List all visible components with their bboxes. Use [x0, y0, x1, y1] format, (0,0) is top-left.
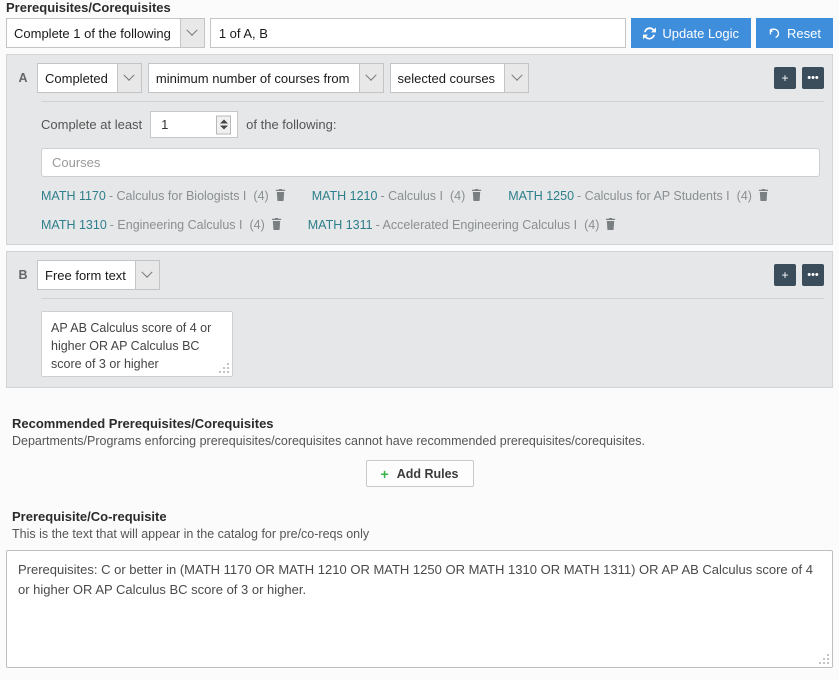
course-title: - Accelerated Engineering Calculus I [375, 218, 578, 232]
ellipsis-icon: ••• [807, 268, 819, 281]
page-title: Prerequisites/Corequisites [6, 0, 171, 15]
catalog-note: This is the text that will appear in the… [12, 527, 370, 541]
rule-b-letter: B [18, 268, 28, 282]
rule-b-more-button[interactable]: ••• [802, 264, 824, 286]
rule-b-add-button[interactable]: + [774, 264, 796, 286]
rule-a-more-button[interactable]: ••• [802, 67, 824, 89]
update-logic-button[interactable]: Update Logic [631, 18, 752, 48]
course-title: - Calculus I [380, 189, 443, 203]
refresh-icon [643, 26, 657, 40]
course-code[interactable]: MATH 1311 [308, 218, 373, 232]
catalog-title: Prerequisite/Co-requisite [12, 509, 167, 524]
rule-b-type-select[interactable]: Free form text [37, 260, 160, 290]
chevron-down-icon[interactable] [504, 64, 529, 92]
reset-label: Reset [787, 25, 821, 41]
update-logic-label: Update Logic [662, 25, 740, 41]
course-count-value: 1 [161, 117, 169, 132]
list-item: MATH 1311 - Accelerated Engineering Calc… [308, 217, 617, 232]
rule-a-condition-select[interactable]: Completed [37, 63, 142, 93]
rule-a-scope-select[interactable]: selected courses [389, 63, 530, 93]
course-credits: (4) [253, 189, 269, 203]
complete-prefix-label: Complete at least [41, 117, 143, 132]
course-code[interactable]: MATH 1310 [41, 218, 107, 232]
recommended-section: Recommended Prerequisites/Corequisites D… [0, 394, 839, 487]
chevron-down-icon[interactable] [358, 64, 383, 92]
undo-icon [768, 27, 781, 40]
course-credits: (4) [449, 189, 466, 203]
stepper-arrows[interactable] [216, 115, 232, 134]
trash-icon[interactable] [471, 189, 482, 203]
freeform-text-area[interactable]: AP AB Calculus score of 4 or higher OR A… [41, 311, 233, 377]
add-rules-label: Add Rules [396, 466, 459, 481]
plus-icon: + [781, 71, 789, 85]
selected-courses-list: MATH 1170 - Calculus for Biologists I (4… [41, 188, 824, 232]
rule-b-divider [41, 298, 824, 299]
course-code[interactable]: MATH 1170 [41, 189, 106, 203]
recommended-title: Recommended Prerequisites/Corequisites [12, 416, 274, 431]
rule-a-body: Complete at least 1 of the following: Co… [15, 102, 824, 232]
course-credits: (4) [736, 189, 752, 203]
stepper-down-icon[interactable] [219, 125, 228, 130]
stepper-up-icon[interactable] [219, 119, 228, 124]
course-title: - Calculus for AP Students I [577, 189, 730, 203]
rule-a-letter: A [18, 71, 28, 85]
rule-a-quantifier-value: minimum number of courses from [155, 70, 350, 86]
list-item: MATH 1170 - Calculus for Biologists I (4… [41, 188, 286, 203]
plus-icon: + [380, 465, 389, 482]
course-credits: (4) [249, 218, 265, 232]
rule-b-type-value: Free form text [45, 267, 126, 283]
reset-button[interactable]: Reset [756, 18, 833, 48]
freeform-text-value: AP AB Calculus score of 4 or higher OR A… [51, 321, 212, 372]
trash-icon[interactable] [271, 218, 282, 232]
prerequisites-editor-page: Prerequisites/Corequisites Complete 1 of… [0, 0, 839, 680]
course-row: MATH 1310 - Engineering Calculus I (4) M… [41, 217, 824, 232]
logic-summary-field[interactable]: 1 of A, B [209, 18, 627, 48]
logic-type-select-value: Complete 1 of the following [14, 25, 171, 41]
catalog-section: Prerequisite/Co-requisite This is the te… [0, 487, 839, 668]
course-title: - Engineering Calculus I [109, 218, 243, 232]
trash-icon[interactable] [605, 218, 616, 232]
rule-b-header: B Free form text + ••• [15, 260, 824, 290]
rule-a-header: A Completed minimum number of courses fr… [15, 63, 824, 93]
complete-at-least-row: Complete at least 1 of the following: [41, 111, 824, 138]
chevron-down-icon[interactable] [134, 261, 159, 289]
recommended-note: Departments/Programs enforcing prerequis… [12, 434, 645, 448]
catalog-textarea[interactable]: Prerequisites: C or better in (MATH 1170… [6, 550, 833, 668]
rule-a-quantifier-select[interactable]: minimum number of courses from [147, 63, 384, 93]
rules-container: A Completed minimum number of courses fr… [0, 48, 839, 388]
rule-block-a: A Completed minimum number of courses fr… [6, 54, 833, 245]
add-rules-button[interactable]: + Add Rules [365, 460, 474, 487]
rule-a-condition-value: Completed [45, 70, 108, 86]
list-item: MATH 1310 - Engineering Calculus I (4) [41, 217, 282, 232]
rule-block-b: B Free form text + ••• AP AB Calculus sc… [6, 251, 833, 388]
course-count-stepper[interactable]: 1 [150, 111, 239, 138]
trash-icon[interactable] [758, 189, 769, 203]
course-credits: (4) [584, 218, 600, 232]
list-item: MATH 1210 - Calculus I (4) [312, 188, 483, 203]
trash-icon[interactable] [275, 189, 286, 203]
ellipsis-icon: ••• [807, 71, 819, 84]
course-row: MATH 1170 - Calculus for Biologists I (4… [41, 188, 824, 203]
courses-placeholder: Courses [52, 155, 101, 170]
course-title: - Calculus for Biologists I [108, 189, 247, 203]
rule-a-scope-value: selected courses [397, 70, 496, 86]
list-item: MATH 1250 - Calculus for AP Students I (… [508, 188, 769, 203]
course-code[interactable]: MATH 1250 [508, 189, 574, 203]
chevron-down-icon[interactable] [179, 19, 204, 47]
add-rules-row: + Add Rules [6, 460, 833, 487]
plus-icon: + [781, 268, 789, 282]
logic-type-select[interactable]: Complete 1 of the following [6, 18, 205, 48]
rule-a-add-button[interactable]: + [774, 67, 796, 89]
resize-grip-icon[interactable] [818, 653, 829, 664]
logic-toolbar: Complete 1 of the following 1 of A, B Up… [0, 18, 839, 48]
resize-grip-icon[interactable] [218, 362, 229, 373]
chevron-down-icon[interactable] [116, 64, 141, 92]
complete-suffix-label: of the following: [246, 117, 337, 132]
catalog-text-value: Prerequisites: C or better in (MATH 1170… [18, 562, 813, 598]
courses-search-input[interactable]: Courses [41, 148, 820, 177]
logic-summary-value: 1 of A, B [218, 25, 268, 41]
course-code[interactable]: MATH 1210 [312, 189, 378, 203]
